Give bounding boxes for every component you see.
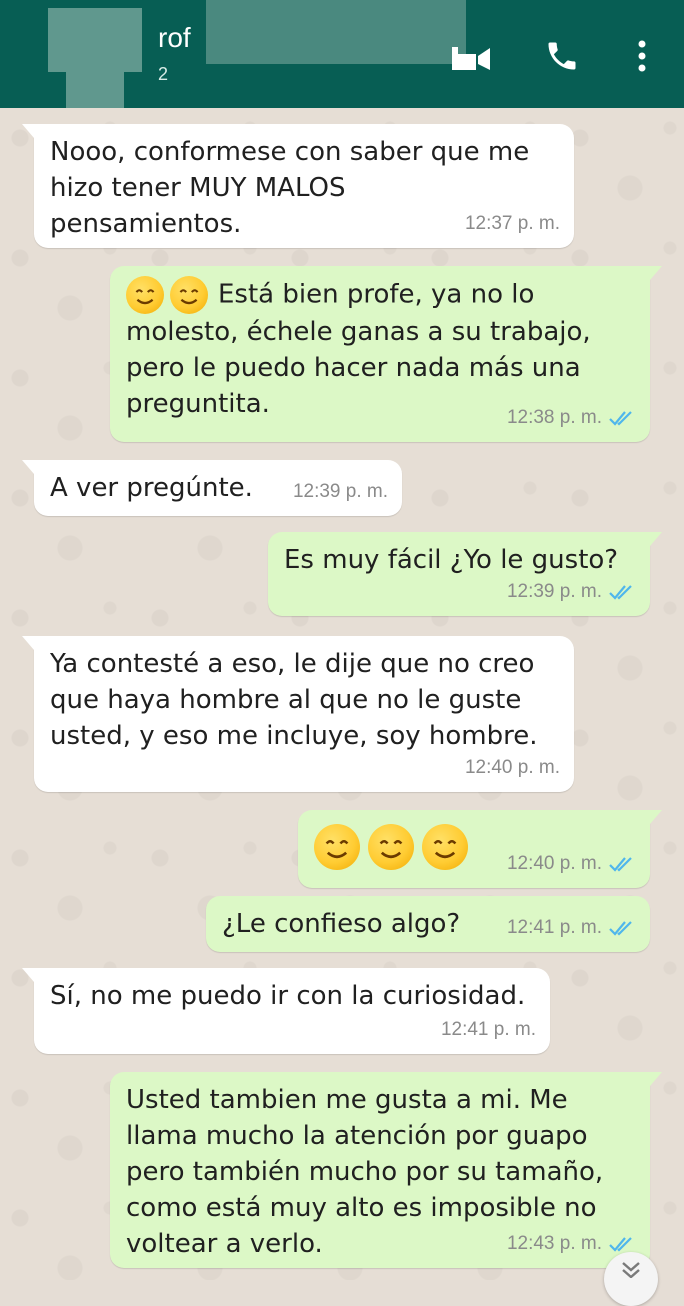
smiling-face-emoji-icon	[314, 824, 360, 870]
double-check-icon	[609, 585, 632, 600]
message-bubble-outgoing[interactable]: Está bien profe, ya no lo molesto, échel…	[110, 266, 662, 442]
message-time: 12:38 p. m.	[506, 407, 602, 428]
chat-header: rof 2	[0, 0, 684, 108]
message-bubble-incoming[interactable]: Sí, no me puedo ir con la curiosidad. 12…	[22, 968, 550, 1054]
message-time: 12:41 p. m.	[440, 1019, 536, 1040]
message-text: Es muy fácil ¿Yo le gusto?	[284, 545, 619, 575]
phone-icon[interactable]	[544, 38, 580, 74]
message-bubble-outgoing[interactable]: Usted tambien me gusta a mi. Me llama mu…	[110, 1072, 662, 1268]
message-bubble-outgoing[interactable]: 12:40 p. m.	[298, 810, 662, 888]
more-vert-icon[interactable]	[634, 38, 650, 74]
message-time: 12:43 p. m.	[506, 1233, 602, 1254]
hand-over-mouth-emoji-icon	[170, 276, 208, 314]
smiling-face-emoji-icon	[422, 824, 468, 870]
name-blur	[206, 0, 466, 64]
message-text: Sí, no me puedo ir con la curiosidad.	[50, 981, 526, 1011]
hand-over-mouth-emoji-icon	[126, 276, 164, 314]
scroll-to-bottom-button[interactable]	[604, 1252, 658, 1306]
double-check-icon	[609, 857, 632, 872]
smiling-face-emoji-icon	[368, 824, 414, 870]
message-bubble-incoming[interactable]: Nooo, conformese con saber que me hizo t…	[22, 124, 574, 248]
message-bubble-incoming[interactable]: Ya contesté a eso, le dije que no creo q…	[22, 636, 574, 792]
avatar-blur	[66, 72, 124, 108]
message-time: 12:40 p. m.	[464, 757, 560, 778]
message-bubble-outgoing[interactable]: Es muy fácil ¿Yo le gusto? 12:39 p. m.	[268, 532, 662, 616]
message-bubble-incoming[interactable]: A ver pregúnte. 12:39 p. m.	[22, 460, 402, 516]
message-time: 12:40 p. m.	[506, 853, 602, 874]
message-text: Ya contesté a eso, le dije que no creo q…	[50, 649, 538, 751]
message-time: 12:41 p. m.	[506, 917, 602, 938]
double-check-icon	[609, 411, 632, 426]
contact-name[interactable]: rof	[158, 22, 191, 54]
message-time: 12:39 p. m.	[292, 481, 388, 502]
message-time: 12:39 p. m.	[506, 581, 602, 602]
chevron-down-icon	[622, 1262, 640, 1278]
double-check-icon	[609, 1237, 632, 1252]
video-camera-icon[interactable]	[450, 42, 492, 72]
message-bubble-outgoing[interactable]: ¿Le confieso algo? 12:41 p. m.	[206, 896, 650, 952]
message-time: 12:37 p. m.	[464, 213, 560, 234]
avatar[interactable]	[48, 8, 142, 72]
double-check-icon	[609, 921, 632, 936]
contact-status: 2	[158, 64, 169, 84]
